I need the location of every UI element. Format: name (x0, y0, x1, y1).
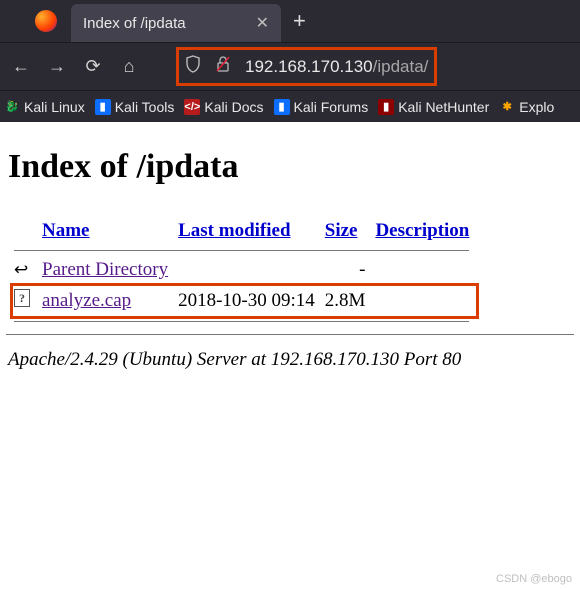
address-bar-highlight: 192.168.170.130/ipdata/ (176, 47, 437, 86)
file-last-modified: 2018-10-30 09:14 (176, 285, 323, 317)
back-button[interactable]: ← (12, 56, 30, 77)
reload-button[interactable]: ⟳ (84, 56, 102, 77)
directory-listing: Name Last modified Size Description ↩ Pa… (12, 216, 477, 326)
file-size: 2.8M (323, 285, 374, 317)
nav-toolbar: ← → ⟳ ⌂ 192.168.170.130/ipdata/ (0, 42, 580, 90)
browser-tab[interactable]: Index of /ipdata ✕ (71, 4, 281, 42)
header-row: Name Last modified Size Description (12, 216, 477, 246)
parent-size: - (323, 255, 374, 285)
close-tab-icon[interactable]: ✕ (256, 13, 269, 33)
bookmark-kali-forums[interactable]: ▮Kali Forums (274, 99, 369, 115)
server-signature: Apache/2.4.29 (Ubuntu) Server at 192.168… (8, 349, 574, 371)
darkred-icon: ▮ (378, 99, 394, 115)
page-content: Index of /ipdata Name Last modified Size… (0, 122, 580, 381)
col-description[interactable]: Description (375, 220, 469, 241)
home-button[interactable]: ⌂ (120, 56, 138, 77)
bookmark-kali-docs[interactable]: </>Kali Docs (184, 99, 263, 115)
page-title: Index of /ipdata (8, 148, 574, 186)
bookmark-kali-tools[interactable]: ▮Kali Tools (95, 99, 175, 115)
blue-icon: ▮ (95, 99, 111, 115)
back-arrow-icon: ↩ (14, 260, 32, 280)
col-last-modified[interactable]: Last modified (178, 220, 290, 241)
tab-strip: Index of /ipdata ✕ + (0, 0, 580, 42)
url-host: 192.168.170.130 (245, 57, 373, 76)
bookmark-exploit[interactable]: ✱Explo (499, 99, 554, 115)
bookmark-kali-linux[interactable]: 🐉Kali Linux (4, 99, 85, 115)
parent-directory-row: ↩ Parent Directory - (12, 255, 477, 285)
new-tab-button[interactable]: + (293, 8, 306, 34)
blue-icon: ▮ (274, 99, 290, 115)
address-bar[interactable]: 192.168.170.130/ipdata/ (245, 57, 428, 77)
insecure-lock-icon[interactable] (215, 55, 231, 78)
file-row: analyze.cap 2018-10-30 09:14 2.8M (12, 285, 477, 317)
separator (6, 334, 574, 335)
watermark: CSDN @ebogo (496, 573, 572, 585)
bookmarks-toolbar: 🐉Kali Linux ▮Kali Tools </>Kali Docs ▮Ka… (0, 90, 580, 122)
parent-directory-link[interactable]: Parent Directory (42, 259, 168, 280)
file-link[interactable]: analyze.cap (42, 290, 131, 311)
bookmark-kali-nethunter[interactable]: ▮Kali NetHunter (378, 99, 489, 115)
shield-icon[interactable] (185, 55, 201, 78)
forward-button[interactable]: → (48, 56, 66, 77)
url-path: /ipdata/ (373, 57, 429, 76)
firefox-logo-icon (35, 10, 57, 32)
orange-icon: ✱ (499, 99, 515, 115)
separator (14, 250, 469, 251)
browser-chrome: Index of /ipdata ✕ + ← → ⟳ ⌂ 192.168.170… (0, 0, 580, 122)
separator (14, 321, 469, 322)
red-icon: </> (184, 99, 200, 115)
tab-title: Index of /ipdata (83, 15, 186, 32)
unknown-file-icon (14, 289, 30, 307)
col-size[interactable]: Size (325, 220, 358, 241)
col-name[interactable]: Name (42, 220, 89, 241)
dragon-icon: 🐉 (4, 99, 20, 115)
